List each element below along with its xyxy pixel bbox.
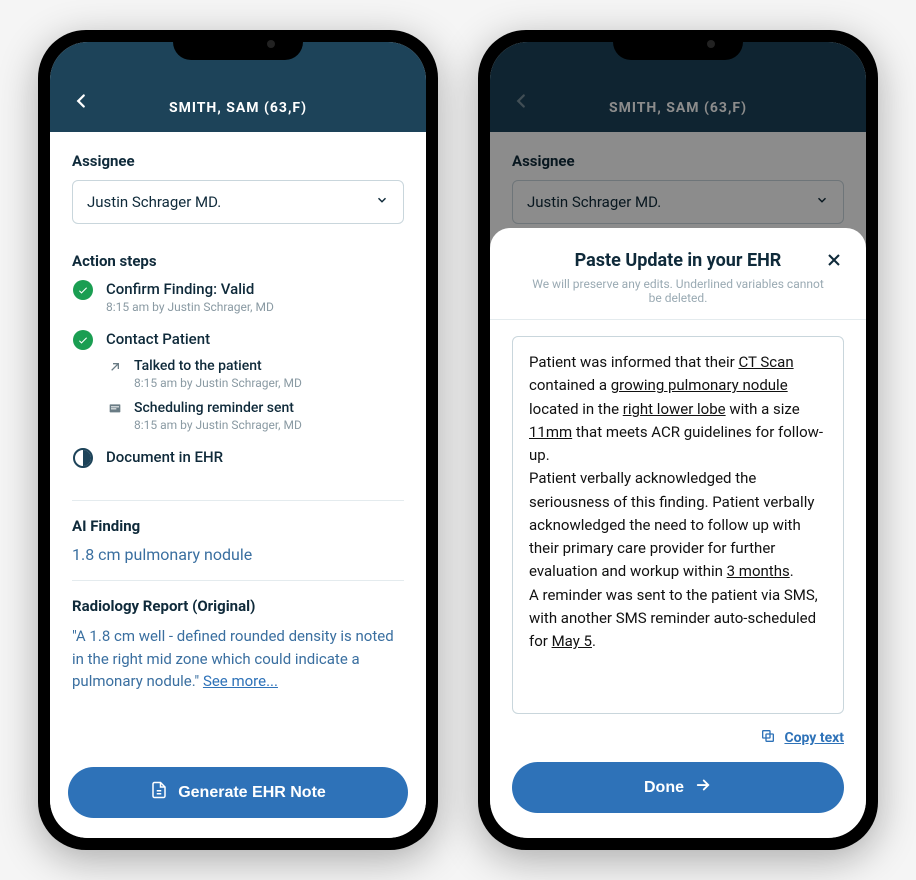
step-meta: 8:15 am by Justin Schrager, MD [106,300,404,314]
generate-ehr-button[interactable]: Generate EHR Note [68,767,408,818]
note-icon [106,400,124,418]
action-steps-label: Action steps [72,252,404,270]
see-more-link[interactable]: See more... [203,672,278,690]
check-icon [73,330,93,350]
report-label: Radiology Report (Original) [72,597,404,615]
var-ct-scan: CT Scan [738,353,793,371]
copy-icon [760,728,776,748]
ehr-sheet: Paste Update in your EHR We will preserv… [490,228,866,838]
copy-label: Copy text [784,730,844,746]
ai-finding-label: AI Finding [72,517,404,535]
substep-meta: 8:15 am by Justin Schrager, MD [134,418,302,432]
sheet-subtitle: We will preserve any edits. Underlined v… [512,277,844,305]
check-icon [73,280,93,300]
var-date: May 5 [552,632,592,650]
substep-title: Scheduling reminder sent [134,400,302,416]
back-button[interactable] [70,90,92,116]
step-document-ehr: Document in EHR [72,448,404,484]
ehr-note-text[interactable]: Patient was informed that their CT Scan … [512,336,844,714]
main-content: Assignee Justin Schrager MD. Action step… [50,132,426,762]
var-finding: growing pulmonary nodule [611,376,788,394]
var-size: 11mm [529,423,572,441]
phone-notch [613,30,743,60]
arrow-up-right-icon [106,358,124,376]
step-title: Document in EHR [106,448,404,466]
step-contact-patient: Contact Patient Talked to the patient 8:… [72,330,404,448]
assignee-value: Justin Schrager MD. [87,193,221,211]
phone-mockup-left: SMITH, SAM (63,F) Assignee Justin Schrag… [38,30,438,850]
patient-title: SMITH, SAM (63,F) [70,100,406,116]
phone-notch [173,30,303,60]
var-location: right lower lobe [623,400,726,418]
generate-button-label: Generate EHR Note [178,784,326,802]
close-button[interactable] [824,250,844,274]
action-steps-list: Confirm Finding: Valid 8:15 am by Justin… [72,280,404,484]
arrow-right-icon [694,776,712,799]
footer: Generate EHR Note [50,753,426,838]
assignee-select[interactable]: Justin Schrager MD. [72,180,404,224]
sheet-title: Paste Update in your EHR [575,250,782,271]
divider [72,500,404,501]
step-confirm-finding: Confirm Finding: Valid 8:15 am by Justin… [72,280,404,330]
phone-screen: SMITH, SAM (63,F) Assignee Justin Schrag… [50,42,426,838]
substep-talked: Talked to the patient 8:15 am by Justin … [106,358,404,390]
done-button[interactable]: Done [512,762,844,813]
step-title: Contact Patient [106,330,404,348]
divider [72,580,404,581]
done-label: Done [644,779,684,797]
document-icon [150,781,168,804]
substep-reminder: Scheduling reminder sent 8:15 am by Just… [106,400,404,432]
divider [490,319,866,320]
var-timeframe: 3 months [727,562,790,580]
substep-title: Talked to the patient [134,358,302,374]
copy-text-button[interactable]: Copy text [512,728,844,748]
substep-meta: 8:15 am by Justin Schrager, MD [134,376,302,390]
assignee-label: Assignee [72,152,404,170]
report-text: "A 1.8 cm well - defined rounded density… [72,625,404,693]
step-title: Confirm Finding: Valid [106,280,404,298]
phone-screen: SMITH, SAM (63,F) Assignee Justin Schrag… [490,42,866,838]
ai-finding-value: 1.8 cm pulmonary nodule [72,545,404,564]
phone-mockup-right: SMITH, SAM (63,F) Assignee Justin Schrag… [478,30,878,850]
half-circle-icon [73,448,93,468]
chevron-down-icon [375,193,389,211]
